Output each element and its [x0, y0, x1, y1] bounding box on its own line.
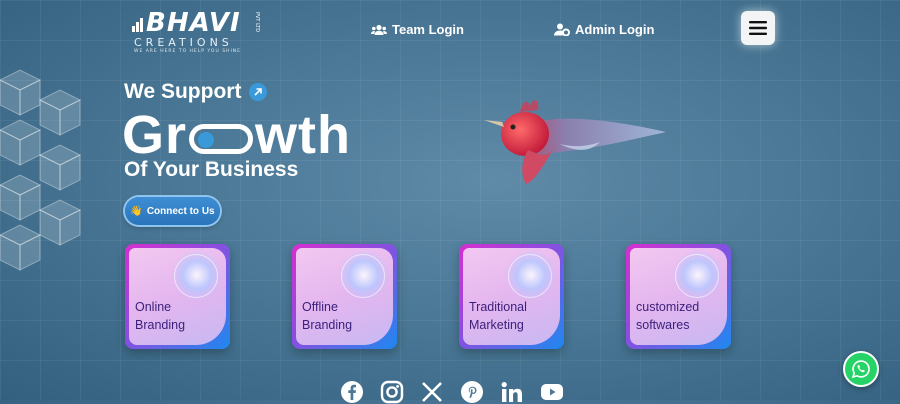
brand-name: BHAVI: [146, 8, 241, 38]
toggle-knob: [198, 132, 215, 148]
linkedin-icon[interactable]: [500, 380, 524, 404]
toggle-graphic: [189, 124, 254, 154]
brand-tagline: WE ARE HERE TO HELP YOU SHINE: [134, 49, 241, 54]
hero-line-3: Of Your Business: [124, 158, 299, 181]
growth-start: Gr: [122, 105, 188, 165]
card-ring: [341, 254, 385, 298]
arrow-up-right-icon: [249, 83, 268, 101]
we-support-text: We Support: [124, 80, 242, 103]
hamburger-icon: [749, 21, 767, 35]
service-card-offline-branding[interactable]: Offline Branding: [292, 244, 397, 349]
service-card-label: Online Branding: [135, 300, 186, 332]
brand-pvt: PVT LTD: [254, 12, 260, 33]
service-card-label: customized softwares: [636, 300, 700, 332]
admin-login-label: Admin Login: [575, 22, 655, 37]
service-card-traditional-marketing[interactable]: Traditional Marketing: [459, 244, 564, 349]
card-ring: [174, 254, 218, 298]
brand-logo[interactable]: BHAVI CREATIONS WE ARE HERE TO HELP YOU …: [132, 8, 262, 56]
brand-sub: CREATIONS: [134, 36, 233, 49]
pinterest-icon[interactable]: [460, 380, 484, 404]
service-card-customized-softwares[interactable]: customized softwares: [626, 244, 731, 349]
x-icon[interactable]: [420, 380, 444, 404]
facebook-icon[interactable]: [340, 380, 364, 404]
hero-line-1: We Support: [124, 80, 268, 104]
bird-illustration: [484, 100, 666, 184]
hamburger-menu-button[interactable]: [741, 11, 775, 45]
social-links: [340, 380, 564, 404]
connect-to-us-button[interactable]: 👋 Connect to Us: [125, 197, 220, 225]
growth-end: wth: [255, 105, 352, 165]
team-login-link[interactable]: Team Login: [371, 22, 464, 37]
users-icon: [371, 24, 387, 35]
service-card-label: Offline Branding: [302, 300, 353, 332]
user-gear-icon: [554, 23, 570, 36]
hero-growth-heading: Gr wth: [122, 104, 351, 166]
instagram-icon[interactable]: [380, 380, 404, 404]
admin-login-link[interactable]: Admin Login: [554, 22, 654, 37]
youtube-icon[interactable]: [540, 380, 564, 404]
service-card-label: Traditional Marketing: [469, 300, 527, 332]
card-ring: [508, 254, 552, 298]
whatsapp-chat-button[interactable]: [843, 351, 879, 387]
service-card-online-branding[interactable]: Online Branding: [125, 244, 230, 349]
isometric-cubes-decoration: [0, 69, 82, 271]
team-login-label: Team Login: [392, 22, 464, 37]
bar-chart-icon: [132, 18, 143, 32]
card-ring: [675, 254, 719, 298]
wave-emoji-icon: 👋: [130, 205, 143, 217]
connect-to-us-label: Connect to Us: [146, 205, 215, 217]
whatsapp-icon: [851, 360, 870, 379]
